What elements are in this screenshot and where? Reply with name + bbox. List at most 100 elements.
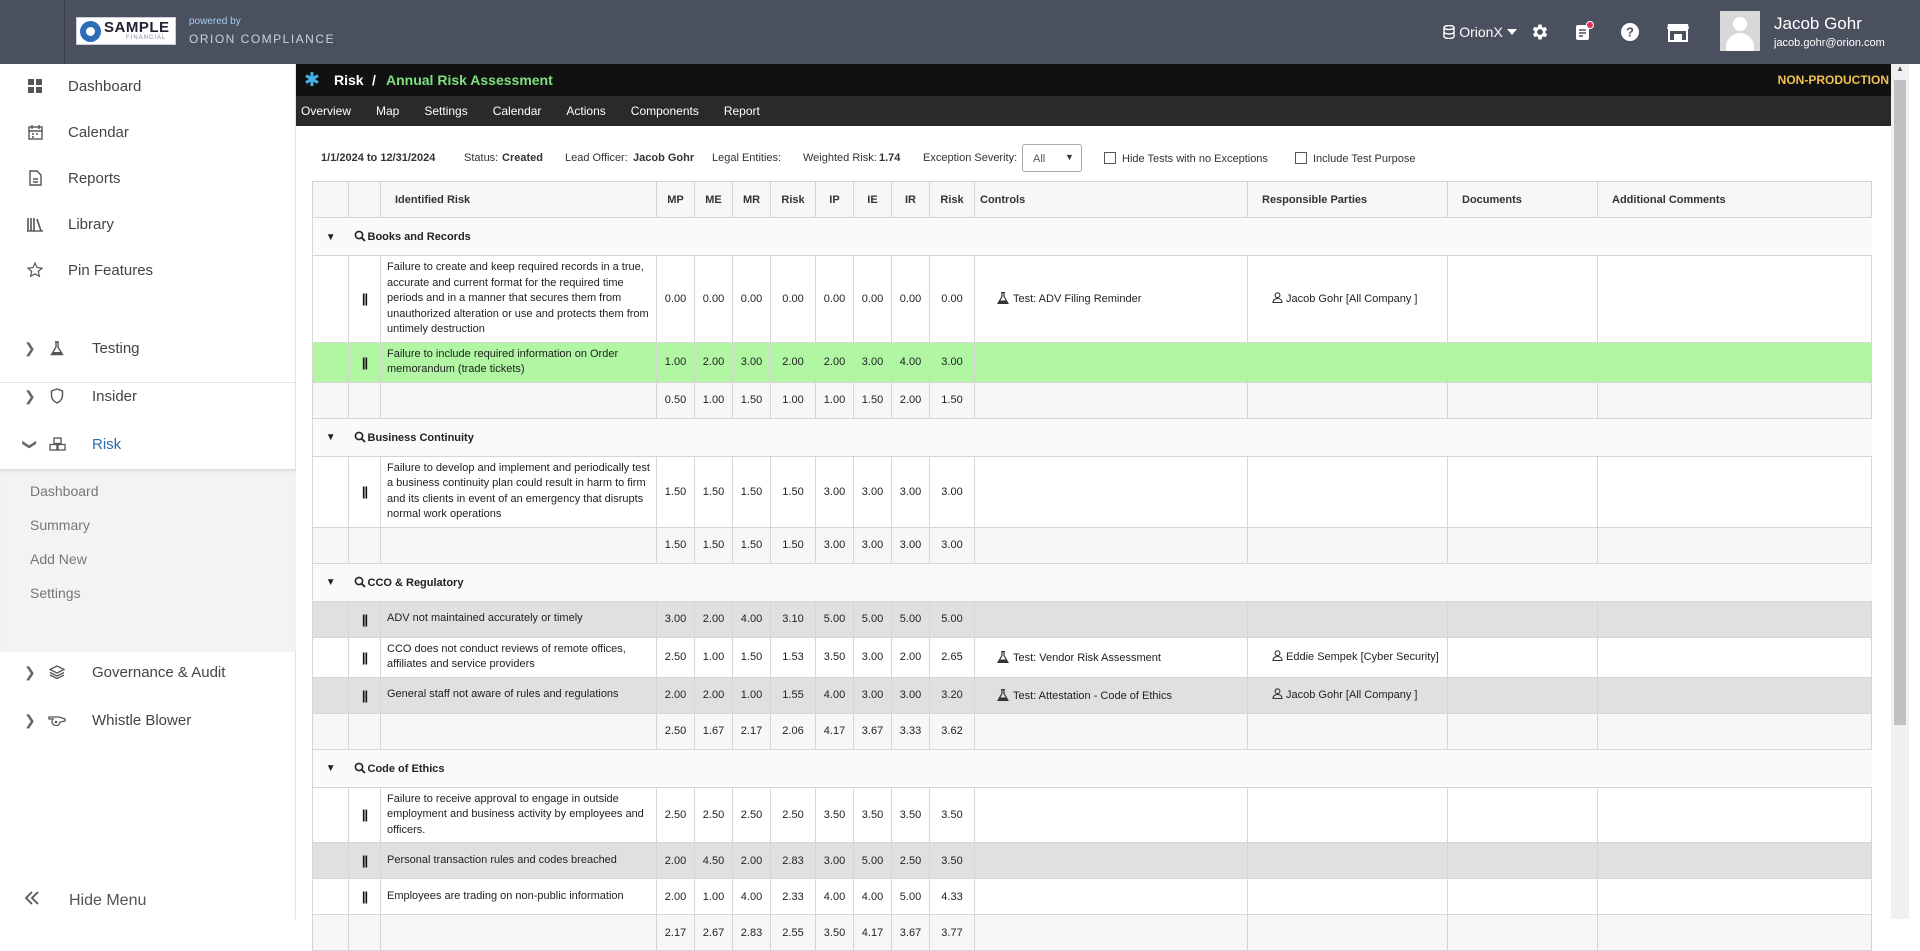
scrollbar-thumb[interactable] bbox=[1894, 80, 1906, 725]
risk-description[interactable]: Failure to create and keep required reco… bbox=[380, 255, 657, 343]
user-name[interactable]: Jacob Gohr bbox=[1774, 14, 1862, 34]
risk-score-cell: 2.65 bbox=[929, 636, 975, 678]
notification-icon bbox=[1576, 21, 1594, 40]
sidebar-item-testing[interactable]: ❯ Testing bbox=[0, 326, 296, 370]
group-label[interactable]: Code of Ethics bbox=[348, 748, 1872, 788]
risk-description[interactable]: CCO does not conduct reviews of remote o… bbox=[380, 636, 657, 678]
header-ip[interactable]: IP bbox=[815, 181, 854, 218]
tab-actions[interactable]: Actions bbox=[561, 104, 625, 118]
exception-severity-select[interactable]: All ▼ bbox=[1022, 144, 1082, 172]
risk-description[interactable]: Personal transaction rules and codes bre… bbox=[380, 842, 657, 879]
avatar[interactable] bbox=[1720, 11, 1760, 51]
risk-submenu-summary[interactable]: Summary bbox=[30, 517, 90, 533]
tab-calendar[interactable]: Calendar bbox=[488, 104, 562, 118]
risk-description[interactable]: Failure to include required information … bbox=[380, 341, 657, 383]
header-identified-risk[interactable]: Identified Risk bbox=[380, 181, 657, 218]
drag-handle-icon[interactable]: || bbox=[348, 786, 381, 843]
group-label[interactable]: Business Continuity bbox=[348, 417, 1872, 457]
tab-map[interactable]: Map bbox=[371, 104, 419, 118]
sidebar-item-insider[interactable]: ❯ Insider bbox=[0, 374, 296, 418]
table-row[interactable]: || Failure to develop and implement and p… bbox=[312, 455, 1872, 528]
drag-handle-icon[interactable]: || bbox=[348, 676, 381, 714]
controls-cell[interactable]: Test: Attestation - Code of Ethics bbox=[974, 676, 1248, 714]
breadcrumb-section[interactable]: Risk bbox=[334, 72, 364, 88]
store-button[interactable] bbox=[1658, 0, 1698, 64]
sidebar-item-reports[interactable]: Reports bbox=[0, 156, 296, 200]
risk-description[interactable]: Failure to develop and implement and per… bbox=[380, 455, 657, 528]
tenant-dropdown[interactable]: OrionX bbox=[1440, 0, 1520, 64]
header-mr[interactable]: MR bbox=[732, 181, 771, 218]
avatar-head-shape bbox=[1733, 17, 1747, 31]
risk-description[interactable]: Failure to receive approval to engage in… bbox=[380, 786, 657, 843]
table-row[interactable]: || Personal transaction rules and codes b… bbox=[312, 842, 1872, 879]
group-row[interactable]: ▼ CCO & Regulatory bbox=[312, 562, 1872, 602]
group-label[interactable]: CCO & Regulatory bbox=[348, 562, 1872, 602]
group-row[interactable]: ▼ Code of Ethics bbox=[312, 748, 1872, 788]
header-risk-inherent[interactable]: Risk bbox=[929, 181, 975, 218]
risk-description[interactable]: General staff not aware of rules and reg… bbox=[380, 676, 657, 714]
sidebar-item-pin-features[interactable]: Pin Features bbox=[0, 248, 296, 292]
table-row[interactable]: || Employees are trading on non-public in… bbox=[312, 878, 1872, 915]
tab-settings[interactable]: Settings bbox=[419, 104, 487, 118]
settings-button[interactable] bbox=[1520, 0, 1560, 64]
risk-submenu-settings[interactable]: Settings bbox=[30, 585, 81, 601]
table-row[interactable]: || Failure to receive approval to engage … bbox=[312, 786, 1872, 843]
group-label[interactable]: Books and Records bbox=[348, 217, 1872, 256]
header-additional-comments[interactable]: Additional Comments bbox=[1597, 181, 1872, 218]
table-row[interactable]: || ADV not maintained accurately or timel… bbox=[312, 600, 1872, 638]
hide-tests-checkbox[interactable]: Hide Tests with no Exceptions bbox=[1104, 152, 1268, 165]
help-button[interactable]: ? bbox=[1610, 0, 1650, 64]
risk-description[interactable]: ADV not maintained accurately or timely bbox=[380, 600, 657, 638]
group-row[interactable]: ▼ Books and Records bbox=[312, 217, 1872, 256]
table-row[interactable]: || Failure to include required informatio… bbox=[312, 341, 1872, 383]
header-documents[interactable]: Documents bbox=[1447, 181, 1598, 218]
controls-cell bbox=[974, 878, 1248, 915]
table-row[interactable]: || Failure to create and keep required re… bbox=[312, 255, 1872, 343]
sidebar-item-risk[interactable]: ❯ Risk bbox=[0, 422, 296, 466]
drag-handle-icon[interactable]: || bbox=[348, 842, 381, 879]
header-ir[interactable]: IR bbox=[891, 181, 930, 218]
drag-handle-icon[interactable]: || bbox=[348, 341, 381, 383]
risk-submenu-dashboard[interactable]: Dashboard bbox=[30, 483, 99, 499]
group-toggle[interactable]: ▼ bbox=[312, 417, 349, 457]
risk-score-cell: 2.50 bbox=[770, 786, 816, 843]
table-row[interactable]: || CCO does not conduct reviews of remote… bbox=[312, 636, 1872, 678]
tab-overview[interactable]: Overview bbox=[296, 104, 371, 118]
controls-cell[interactable]: Test: ADV Filing Reminder bbox=[974, 255, 1248, 343]
grid-icon bbox=[26, 77, 44, 95]
include-purpose-checkbox[interactable]: Include Test Purpose bbox=[1295, 152, 1416, 165]
sidebar-item-governance-audit[interactable]: ❯ Governance & Audit bbox=[0, 650, 296, 694]
scroll-up-arrow-icon[interactable]: ▲ bbox=[1891, 64, 1909, 78]
risk-description[interactable]: Employees are trading on non-public info… bbox=[380, 878, 657, 915]
drag-handle-icon[interactable]: || bbox=[348, 636, 381, 678]
group-toggle[interactable]: ▼ bbox=[312, 562, 349, 602]
cubes-icon bbox=[48, 435, 66, 453]
header-controls[interactable]: Controls bbox=[974, 181, 1248, 218]
sidebar-item-library[interactable]: Library bbox=[0, 202, 296, 246]
vertical-scrollbar[interactable]: ▲ bbox=[1891, 64, 1909, 919]
tab-components[interactable]: Components bbox=[626, 104, 719, 118]
drag-handle-icon[interactable]: || bbox=[348, 455, 381, 528]
drag-handle-icon[interactable]: || bbox=[348, 255, 381, 343]
risk-submenu-add-new[interactable]: Add New bbox=[30, 551, 87, 567]
table-row[interactable]: || General staff not aware of rules and r… bbox=[312, 676, 1872, 714]
notifications-button[interactable] bbox=[1564, 0, 1604, 64]
header-responsible-parties[interactable]: Responsible Parties bbox=[1247, 181, 1448, 218]
sidebar-item-dashboard[interactable]: Dashboard bbox=[0, 64, 296, 108]
tab-report[interactable]: Report bbox=[719, 104, 780, 118]
group-toggle[interactable]: ▼ bbox=[312, 217, 349, 256]
drag-handle-icon[interactable]: || bbox=[348, 878, 381, 915]
header-risk-mitigated[interactable]: Risk bbox=[770, 181, 816, 218]
risk-score-cell: 2.50 bbox=[656, 786, 695, 843]
group-row[interactable]: ▼ Business Continuity bbox=[312, 417, 1872, 457]
sidebar-item-whistle-blower[interactable]: ❯ Whistle Blower bbox=[0, 698, 296, 742]
header-me[interactable]: ME bbox=[694, 181, 733, 218]
group-toggle[interactable]: ▼ bbox=[312, 748, 349, 788]
drag-handle-icon[interactable]: || bbox=[348, 600, 381, 638]
company-logo[interactable]: SAMPLE FINANCIAL bbox=[76, 17, 176, 45]
header-ie[interactable]: IE bbox=[853, 181, 892, 218]
hide-menu-button[interactable]: Hide Menu bbox=[0, 883, 296, 919]
controls-cell[interactable]: Test: Vendor Risk Assessment bbox=[974, 636, 1248, 678]
header-mp[interactable]: MP bbox=[656, 181, 695, 218]
sidebar-item-calendar[interactable]: Calendar bbox=[0, 110, 296, 154]
